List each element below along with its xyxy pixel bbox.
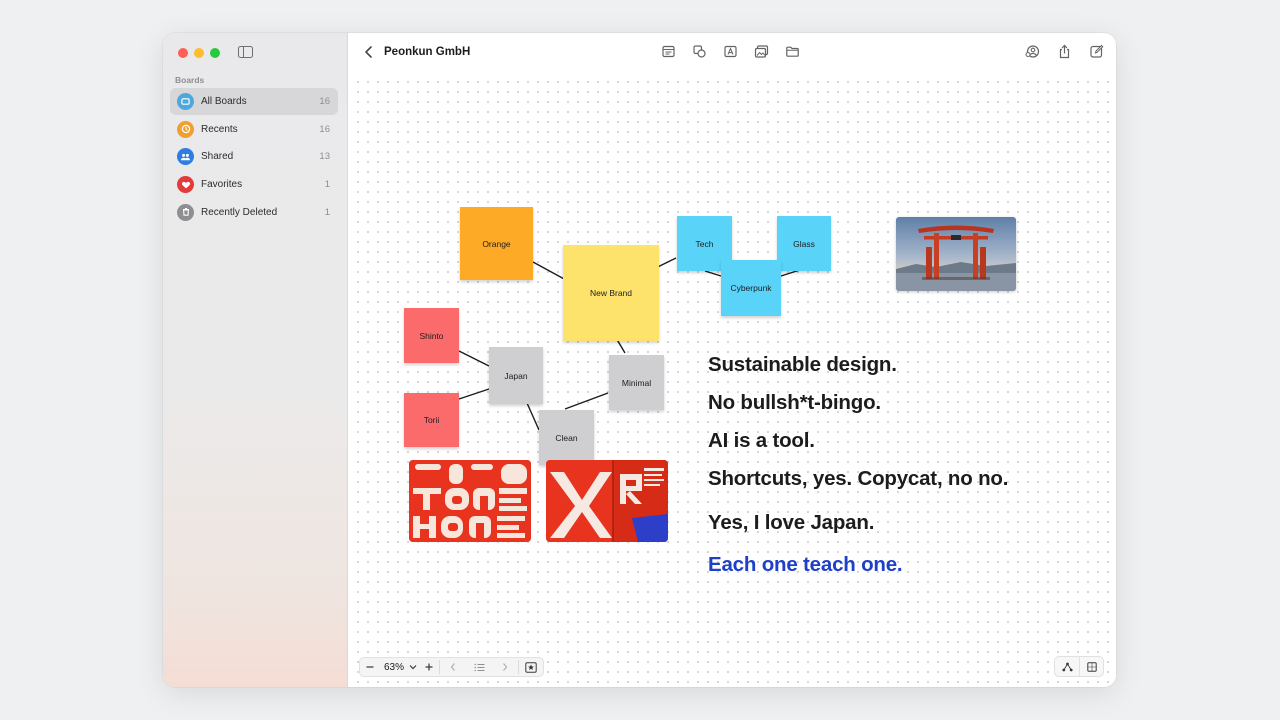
torii-gate-photo[interactable] <box>896 217 1016 291</box>
view-controls <box>1054 656 1104 677</box>
board-actions <box>1025 44 1104 59</box>
zoom-window-button[interactable] <box>210 48 220 58</box>
sidebar-item-shared[interactable]: Shared 13 <box>170 143 338 170</box>
note-label: Shinto <box>419 330 444 341</box>
text-box-icon[interactable] <box>723 44 738 59</box>
close-window-button[interactable] <box>178 48 188 58</box>
note-label: Tech <box>695 238 714 249</box>
scene-list-button[interactable] <box>466 658 492 676</box>
connector-lines <box>458 257 804 431</box>
note-label: Cyberpunk <box>730 283 772 293</box>
trash-icon <box>177 203 194 221</box>
sticky-note-shinto[interactable]: Shinto <box>404 308 459 363</box>
tape-hype-poster[interactable] <box>409 460 531 542</box>
minus-icon <box>366 666 374 668</box>
sticky-note-glass[interactable]: Glass <box>777 216 831 271</box>
note-label: Orange <box>482 238 511 249</box>
sidebar-item-count: 1 <box>324 206 330 218</box>
sticky-note-torii[interactable]: Torii <box>404 393 459 447</box>
zoom-in-button[interactable] <box>419 658 439 676</box>
tape-hype-artwork <box>409 460 531 542</box>
list-icon <box>474 663 485 671</box>
collaborate-icon[interactable] <box>1025 44 1040 59</box>
grid-toggle-button[interactable] <box>1079 657 1103 676</box>
chevron-left-icon <box>450 663 455 671</box>
all-boards-icon <box>177 93 194 110</box>
sticky-note-orange[interactable]: Orange <box>460 207 533 280</box>
sidebar: Boards All Boards 16 Recents 16 Shared 1… <box>163 33 348 687</box>
sidebar-item-favorites[interactable]: Favorites 1 <box>170 171 338 198</box>
sidebar-item-count: 16 <box>319 96 330 107</box>
clock-icon <box>177 120 194 138</box>
torii-gate-image <box>896 217 1016 291</box>
note-label: Minimal <box>621 377 652 388</box>
board-toolbar: Peonkun GmbH <box>349 33 1116 73</box>
shapes-icon[interactable] <box>692 44 707 59</box>
statement-text-highlight: Each one teach one. <box>708 553 903 576</box>
sidebar-item-recently-deleted[interactable]: Recently Deleted 1 <box>170 199 338 226</box>
note-label: Japan <box>504 370 528 381</box>
zoom-level-value: 63% <box>384 661 405 673</box>
add-scene-button[interactable] <box>519 658 543 676</box>
chevron-right-icon <box>503 663 508 671</box>
sidebar-toggle-icon[interactable] <box>238 46 253 58</box>
sidebar-item-count: 1 <box>324 179 330 191</box>
sidebar-item-count: 16 <box>319 123 330 135</box>
sidebar-item-all-boards[interactable]: All Boards 16 <box>170 88 338 115</box>
boards-nav: All Boards 16 Recents 16 Shared 13 Favor… <box>170 88 338 226</box>
sidebar-item-count: 13 <box>319 151 330 163</box>
zoom-out-button[interactable] <box>360 658 380 676</box>
media-icon[interactable] <box>754 44 769 59</box>
insert-tools <box>661 44 800 59</box>
note-label: Clean <box>555 432 578 443</box>
sidebar-item-label: Shared <box>201 151 234 163</box>
sticky-note-new-brand[interactable]: New Brand <box>563 245 659 341</box>
sticky-note-cyberpunk[interactable]: Cyberpunk <box>721 260 781 316</box>
window-controls <box>178 48 220 58</box>
zoom-level-dropdown[interactable]: 63% <box>380 662 419 673</box>
chevron-down-icon <box>409 665 417 670</box>
sidebar-item-label: Favorites <box>201 179 243 191</box>
sidebar-item-recents[interactable]: Recents 16 <box>170 116 338 143</box>
plus-icon <box>425 663 433 671</box>
statement-text: AI is a tool. <box>708 429 815 452</box>
sidebar-item-label: Recently Deleted <box>201 206 278 218</box>
folder-icon[interactable] <box>785 44 800 59</box>
statement-text: Shortcuts, yes. Copycat, no no. <box>708 467 1009 490</box>
sticky-note-clean[interactable]: Clean <box>539 410 594 465</box>
note-label: Glass <box>793 238 815 249</box>
people-icon <box>177 148 194 166</box>
board-title: Peonkun GmbH <box>384 46 471 58</box>
note-label: Torii <box>423 415 440 425</box>
minimize-window-button[interactable] <box>194 48 204 58</box>
chevron-left-icon <box>365 46 372 58</box>
share-icon[interactable] <box>1057 44 1072 59</box>
xr-artwork <box>546 460 668 542</box>
connections-button[interactable] <box>1055 657 1079 676</box>
previous-scene-button[interactable] <box>440 658 466 676</box>
heart-icon <box>177 176 194 194</box>
next-scene-button[interactable] <box>492 658 518 676</box>
statement-text: Sustainable design. <box>708 353 897 376</box>
sticky-note-minimal[interactable]: Minimal <box>609 355 664 410</box>
new-board-icon[interactable] <box>1089 44 1104 59</box>
back-button[interactable] <box>362 44 376 60</box>
app-window: Boards All Boards 16 Recents 16 Shared 1… <box>163 33 1116 687</box>
statement-text: Yes, I love Japan. <box>708 511 875 534</box>
sidebar-item-label: All Boards <box>201 96 247 107</box>
board-canvas[interactable]: Orange New Brand Tech Glass Cyberpunk Sh… <box>349 73 1116 687</box>
sticky-note-icon[interactable] <box>661 44 676 59</box>
sidebar-section-label: Boards <box>175 75 205 85</box>
zoom-controls: 63% <box>359 657 545 677</box>
note-label: New Brand <box>589 288 633 298</box>
statement-text: No bullsh*t-bingo. <box>708 391 881 414</box>
sticky-note-japan[interactable]: Japan <box>489 347 543 404</box>
xr-poster[interactable] <box>546 460 668 542</box>
star-frame-icon <box>525 661 537 673</box>
grid-icon <box>1086 661 1097 672</box>
diagram-icon <box>1061 662 1073 671</box>
sidebar-item-label: Recents <box>201 123 238 135</box>
